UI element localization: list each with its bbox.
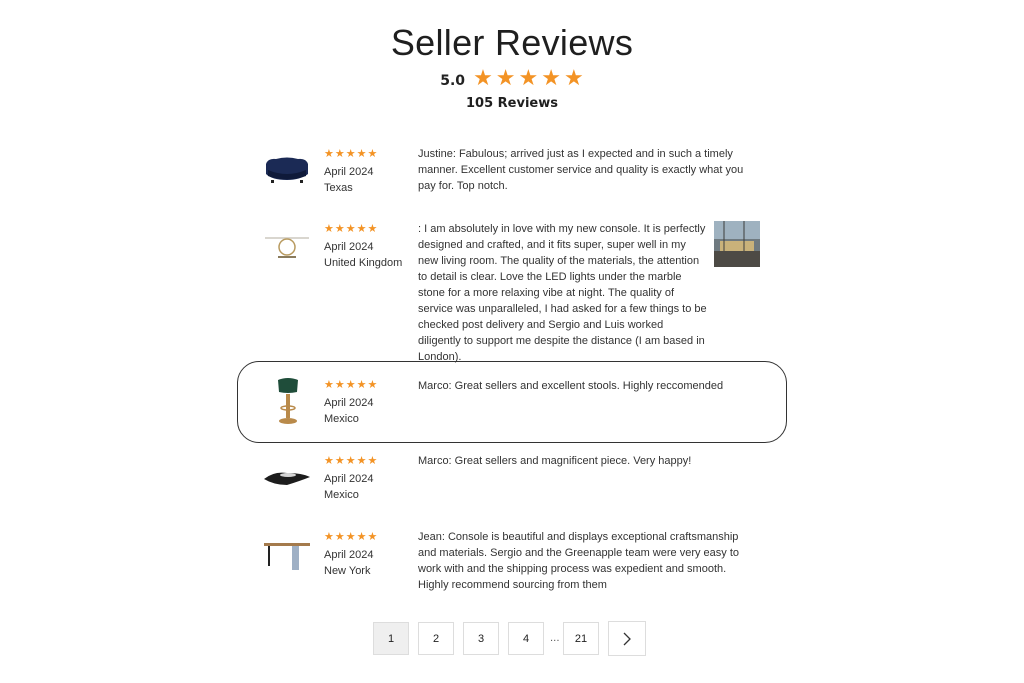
review-location: Mexico (324, 413, 359, 425)
review-date: April 2024 (324, 549, 374, 561)
overall-rating: 5.0 ★ ★ ★ ★ ★ (0, 68, 1024, 90)
star-icon: ★ (324, 454, 334, 467)
page-button-last[interactable]: 21 (563, 622, 599, 655)
review-date: April 2024 (324, 397, 374, 409)
star-icon: ★ (541, 66, 561, 91)
star-icon: ★ (345, 454, 356, 467)
review-location: Texas (324, 182, 353, 194)
star-icon: ★ (356, 147, 367, 160)
sculpture-icon (264, 472, 310, 485)
star-icon: ★ (334, 454, 345, 467)
star-icon: ★ (367, 147, 378, 160)
star-icon: ★ (324, 378, 334, 391)
console-table-icon (265, 237, 309, 258)
star-icon: ★ (356, 454, 367, 467)
star-icon: ★ (345, 530, 356, 543)
bar-stool-icon (278, 378, 298, 424)
review-text: : I am absolutely in love with my new co… (418, 223, 707, 363)
star-icon: ★ (334, 147, 345, 160)
page-title: Seller Reviews (390, 22, 634, 63)
star-icon: ★ (334, 530, 345, 543)
star-icon: ★ (345, 378, 356, 391)
review-stars: ★ ★ ★ ★ ★ (324, 148, 377, 160)
star-icon: ★ (495, 66, 516, 91)
sofa-icon (266, 157, 308, 183)
page-button-2[interactable]: 2 (418, 622, 454, 655)
star-icon: ★ (324, 147, 334, 160)
review-date: April 2024 (324, 166, 374, 178)
review-item: ★ ★ ★ ★ ★ April 2024 Mexico Marco: Great sel… (238, 453, 786, 513)
review-item: ★ ★ ★ ★ ★ April 2024 Texas Justine: Fabulous… (238, 146, 786, 206)
review-item: ★ ★ ★ ★ ★ April 2024 United Kingdom : I am a… (238, 221, 786, 363)
review-stars: ★ ★ ★ ★ ★ (324, 223, 402, 235)
star-icon: ★ (334, 222, 345, 235)
review-count: 105 Reviews (466, 96, 558, 111)
review-stars: ★ ★ ★ ★ ★ (324, 455, 377, 467)
star-icon: ★ (473, 66, 493, 91)
review-location: United Kingdom (324, 257, 403, 269)
star-icon: ★ (324, 222, 334, 235)
page-button-1[interactable]: 1 (373, 622, 409, 655)
star-icon: ★ (345, 147, 356, 160)
review-location: Mexico (324, 489, 359, 501)
review-text: Marco: Great sellers and excellent stool… (418, 380, 724, 392)
review-stars: ★ ★ ★ ★ ★ (324, 379, 377, 391)
star-icon: ★ (334, 378, 345, 391)
star-icon: ★ (324, 530, 334, 543)
star-icon: ★ (367, 530, 378, 543)
review-stars: ★ ★ ★ ★ ★ (324, 531, 377, 543)
customer-photo[interactable] (714, 221, 760, 267)
review-text: Marco: Great sellers and magnificent pie… (418, 455, 692, 467)
chevron-right-icon (623, 632, 631, 645)
pagination: 1 2 3 4 ... 21 (373, 621, 646, 656)
rating-stars: ★ ★ ★ ★ ★ (473, 68, 584, 90)
next-page-button[interactable] (608, 621, 646, 656)
review-text: Jean: Console is beautiful and displays … (418, 531, 740, 591)
page-button-3[interactable]: 3 (463, 622, 499, 655)
star-icon: ★ (345, 222, 356, 235)
page-button-4[interactable]: 4 (508, 622, 544, 655)
star-icon: ★ (356, 378, 367, 391)
star-icon: ★ (367, 378, 378, 391)
review-item-highlighted: ★ ★ ★ ★ ★ April 2024 Mexico Marco: Great sel… (237, 361, 787, 443)
star-icon: ★ (367, 222, 378, 235)
star-icon: ★ (564, 66, 584, 91)
review-date: April 2024 (324, 241, 374, 253)
star-icon: ★ (367, 454, 378, 467)
star-icon: ★ (356, 222, 367, 235)
review-text: Justine: Fabulous; arrived just as I exp… (418, 148, 744, 192)
review-date: April 2024 (324, 473, 374, 485)
review-location: New York (324, 565, 371, 577)
desk-console-icon (264, 543, 310, 570)
star-icon: ★ (518, 66, 539, 91)
pagination-ellipsis: ... (550, 633, 560, 644)
star-icon: ★ (356, 530, 367, 543)
rating-value: 5.0 (440, 73, 466, 89)
review-item: ★ ★ ★ ★ ★ April 2024 New York Jean: Console … (238, 529, 786, 593)
